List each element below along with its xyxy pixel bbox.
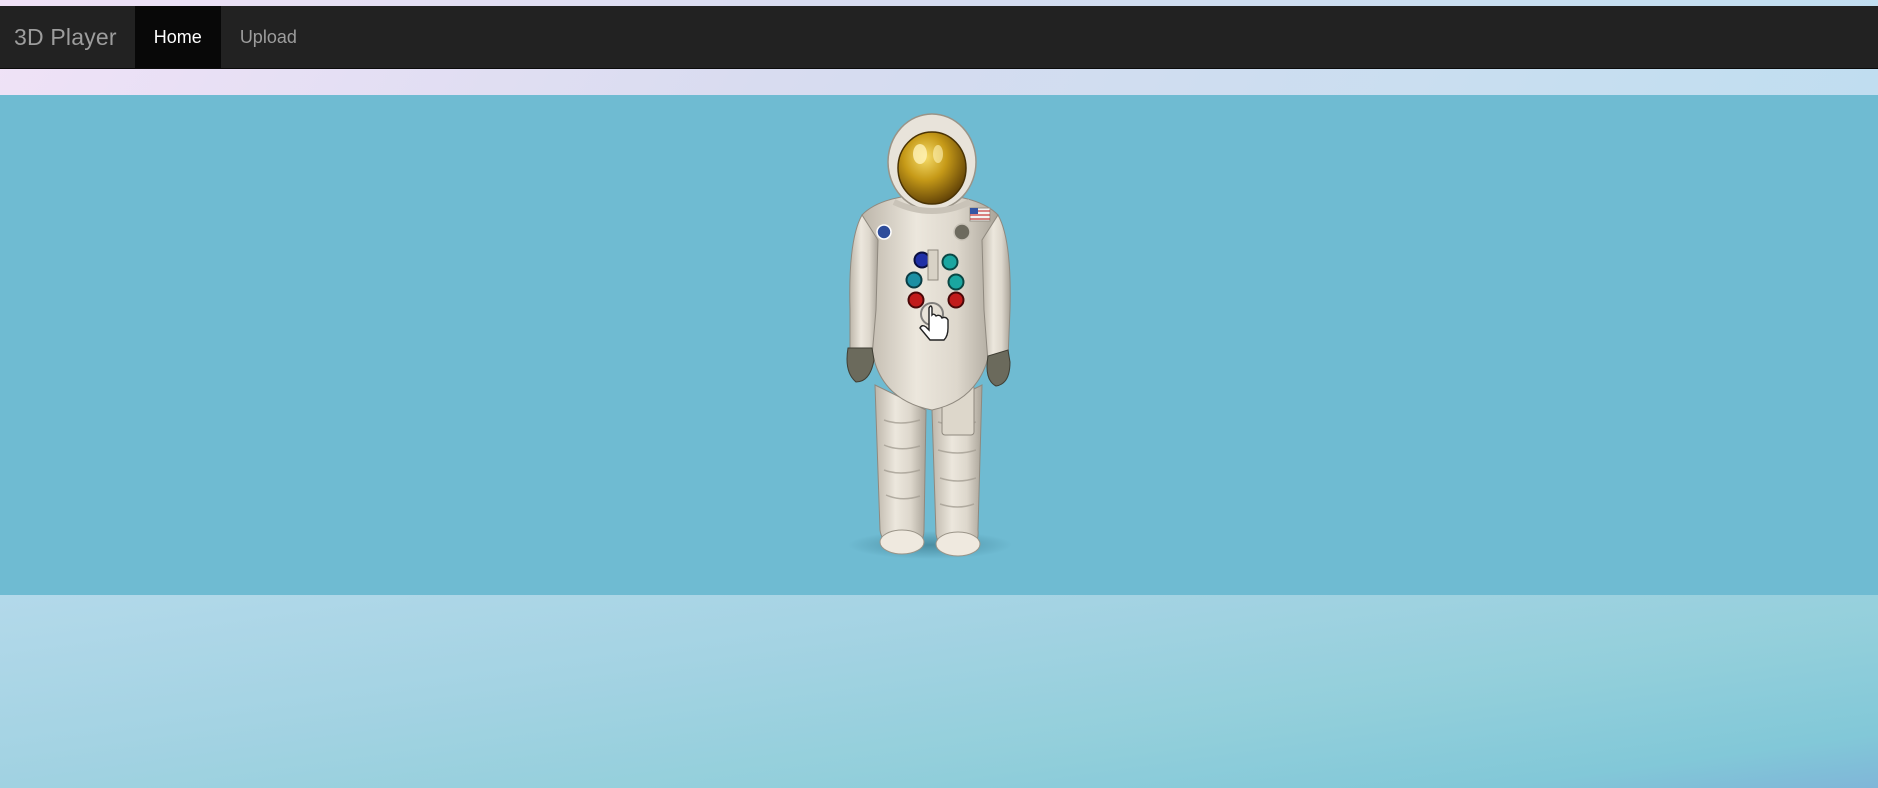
brand-link[interactable]: 3D Player xyxy=(0,6,135,68)
right-glove xyxy=(986,349,1011,387)
nasa-patch xyxy=(876,224,892,240)
mission-patch xyxy=(953,223,971,241)
model-shadow xyxy=(848,531,1012,559)
left-leg xyxy=(874,384,927,549)
gold-visor xyxy=(897,131,967,205)
connector-red-2 xyxy=(947,291,965,309)
right-arm xyxy=(981,214,1011,364)
nav-upload[interactable]: Upload xyxy=(221,6,316,68)
right-boot xyxy=(935,531,981,557)
top-navbar: 3D Player Home Upload xyxy=(0,6,1878,69)
connector-teal-1 xyxy=(941,253,959,271)
left-boot xyxy=(879,529,925,555)
flag-patch xyxy=(969,207,991,222)
astronaut-model[interactable] xyxy=(820,110,1040,570)
connector-teal-3 xyxy=(947,273,965,291)
connector-red-1 xyxy=(907,291,925,309)
left-arm xyxy=(849,214,879,357)
connector-blue xyxy=(913,251,931,269)
page-background-lower xyxy=(0,595,1878,788)
nav-home[interactable]: Home xyxy=(134,6,221,68)
left-glove xyxy=(846,347,875,383)
connector-teal-2 xyxy=(905,271,923,289)
